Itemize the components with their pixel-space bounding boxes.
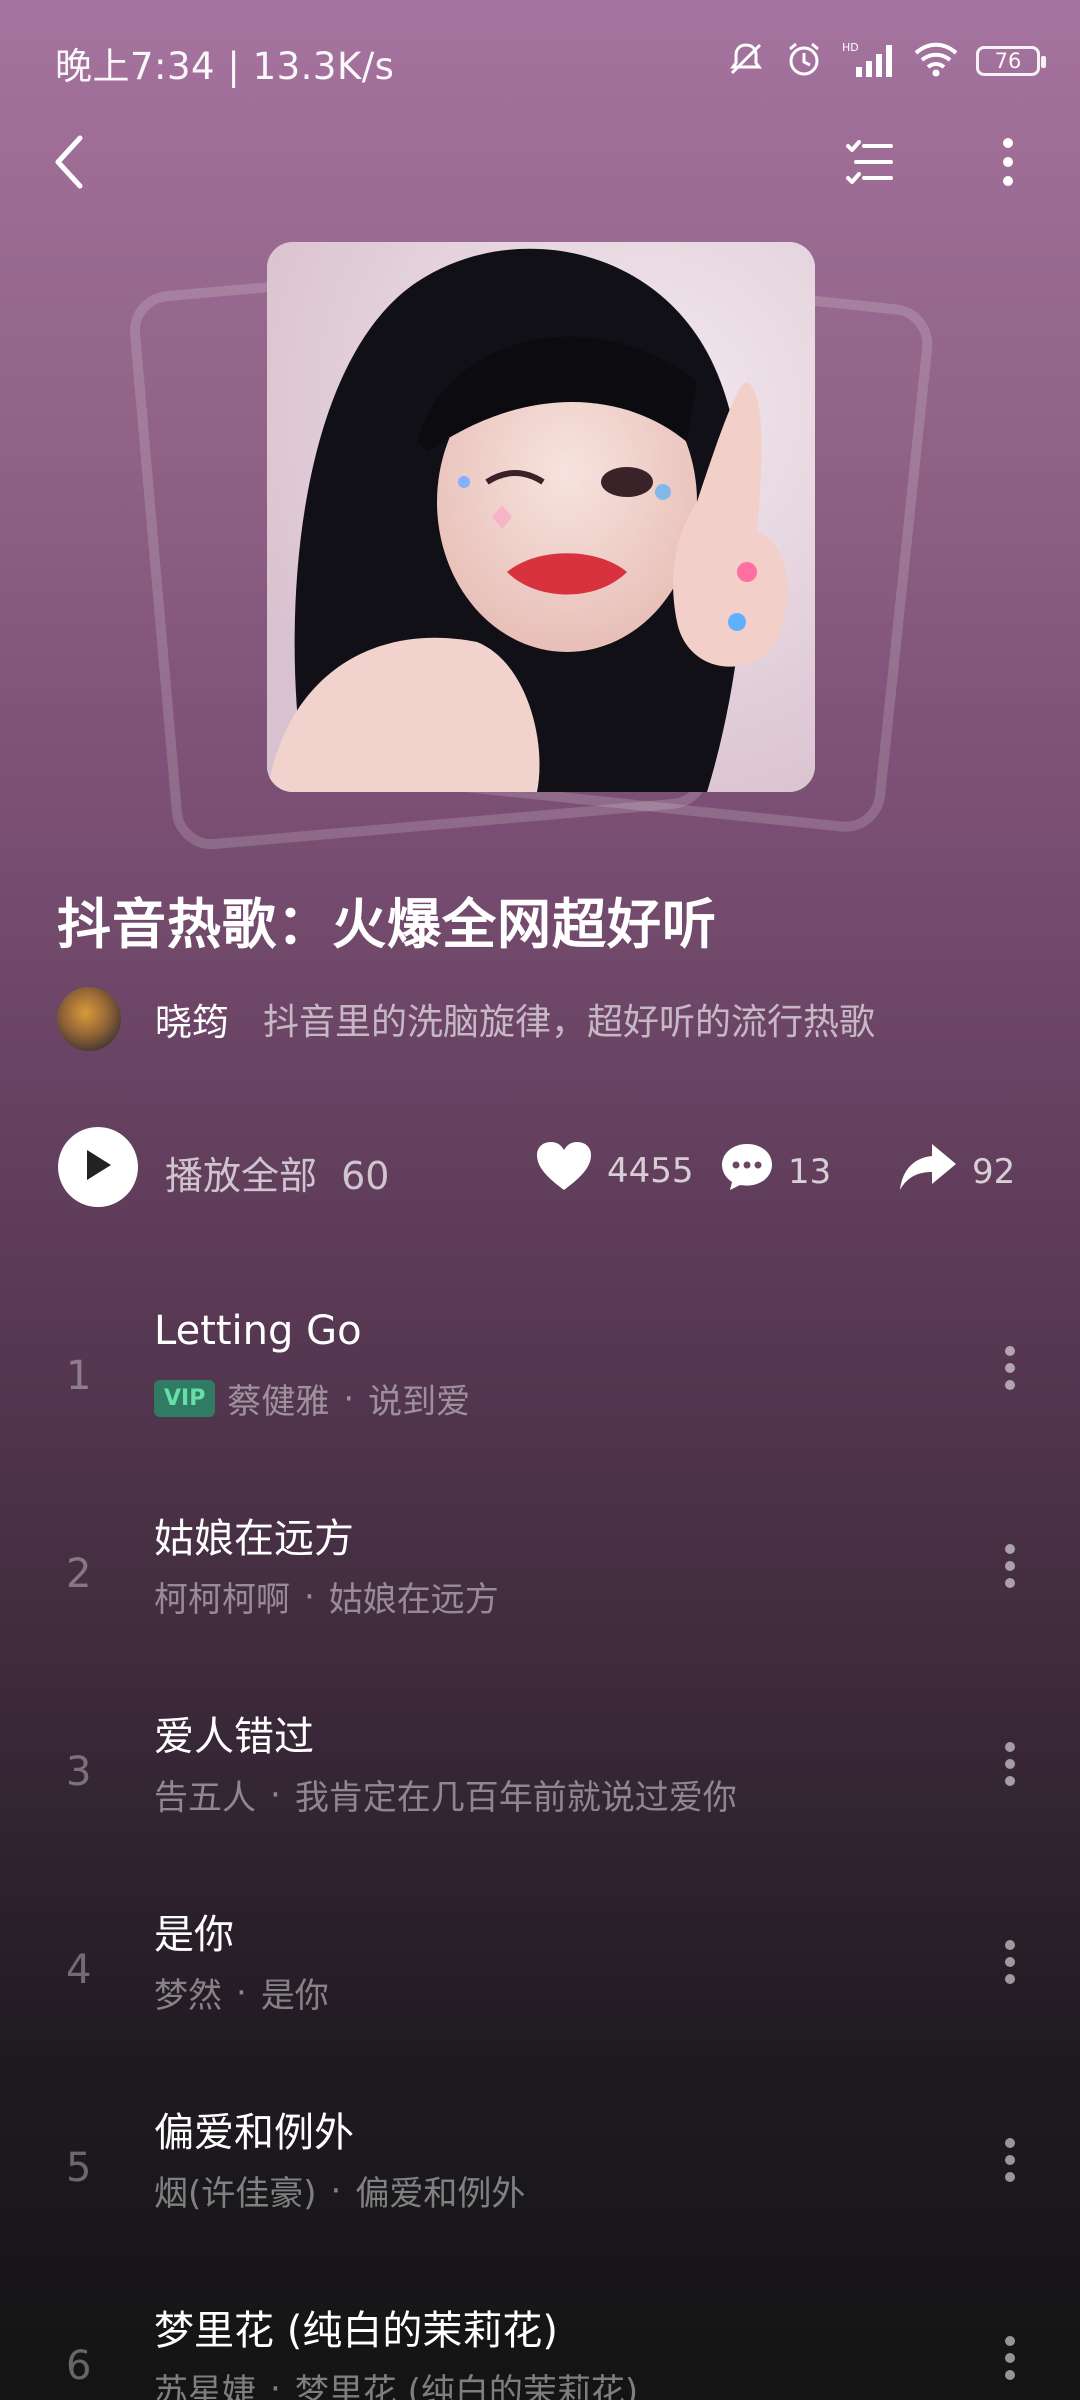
play-all-button[interactable] <box>58 1127 138 1207</box>
status-time: 晚上7:34 | 13.3K/s <box>55 45 395 88</box>
separator-dot: · <box>330 2170 342 2211</box>
song-row-5[interactable]: 5 偏爱和例外 烟(许佳豪) · 偏爱和例外 <box>0 2100 1080 2298</box>
back-button[interactable] <box>30 124 110 204</box>
song-subtitle: VIP 蔡健雅 · 说到爱 <box>154 1374 470 1423</box>
song-row-6[interactable]: 6 梦里花 (纯白的茉莉花) 苏星婕 · 梦里花 (纯白的茉莉花) <box>0 2298 1080 2400</box>
song-artist: 告五人 <box>154 1778 256 1818</box>
song-album: 是你 <box>260 1976 329 2016</box>
song-title: 姑娘在远方 <box>154 1516 354 1562</box>
heart-icon <box>535 1140 593 1201</box>
share-arrow-icon <box>898 1142 958 1201</box>
more-vertical-icon <box>1004 2335 1016 2385</box>
song-album: 说到爱 <box>368 1382 471 1422</box>
song-more-button[interactable] <box>990 1929 1030 1999</box>
alarm-icon <box>784 39 824 83</box>
share-button[interactable]: 92 <box>898 1142 1015 1201</box>
song-row-2[interactable]: 2 姑娘在远方 柯柯柯啊 · 姑娘在远方 <box>0 1506 1080 1704</box>
song-album: 梦里花 (纯白的茉莉花) <box>294 2372 639 2400</box>
more-vertical-icon <box>1004 2137 1016 2187</box>
more-vertical-icon <box>1001 137 1015 191</box>
playlist-description[interactable]: 抖音里的洗脑旋律，超好听的流行热歌 <box>263 993 875 1045</box>
song-row-1[interactable]: 1 Letting Go VIP 蔡健雅 · 说到爱 <box>0 1308 1080 1506</box>
more-vertical-icon <box>1004 1741 1016 1791</box>
song-count: 60 <box>341 1154 390 1198</box>
author-name[interactable]: 晓筠 <box>155 992 229 1046</box>
svg-text:HD: HD <box>842 41 859 54</box>
play-icon <box>83 1148 113 1186</box>
separator-dot: · <box>236 1972 247 2013</box>
comment-button[interactable]: 13 <box>720 1142 831 1201</box>
song-album: 姑娘在远方 <box>328 1580 499 1620</box>
song-index: 1 <box>66 1353 92 1399</box>
like-button[interactable]: 4455 <box>535 1140 694 1201</box>
song-subtitle: 苏星婕 · 梦里花 (纯白的茉莉花) <box>154 2364 638 2400</box>
song-title: Letting Go <box>154 1308 362 1354</box>
comment-count: 13 <box>788 1151 832 1192</box>
back-arrow-icon <box>50 134 90 194</box>
song-index: 2 <box>66 1551 92 1597</box>
song-index: 5 <box>66 2145 92 2191</box>
more-vertical-icon <box>1004 1345 1016 1395</box>
song-index: 3 <box>66 1749 92 1795</box>
song-artist: 苏星婕 <box>154 2372 256 2400</box>
more-vertical-icon <box>1004 1939 1016 1989</box>
song-index: 6 <box>66 2343 92 2389</box>
like-count: 4455 <box>607 1150 694 1191</box>
song-more-button[interactable] <box>990 1533 1030 1603</box>
checklist-icon <box>844 137 894 191</box>
song-artist: 蔡健雅 <box>227 1382 330 1422</box>
song-title: 偏爱和例外 <box>154 2110 354 2156</box>
song-more-button[interactable] <box>990 2127 1030 2197</box>
song-row-4[interactable]: 4 是你 梦然 · 是你 <box>0 1902 1080 2100</box>
song-more-button[interactable] <box>990 1335 1030 1405</box>
song-artist: 柯柯柯啊 <box>154 1580 290 1620</box>
song-album: 我肯定在几百年前就说过爱你 <box>294 1778 737 1818</box>
song-title: 爱人错过 <box>154 1714 314 1760</box>
song-title: 是你 <box>154 1912 234 1958</box>
more-vertical-icon <box>1004 1543 1016 1593</box>
battery-icon: 76 <box>976 46 1046 76</box>
song-row-3[interactable]: 3 爱人错过 告五人 · 我肯定在几百年前就说过爱你 <box>0 1704 1080 1902</box>
separator-dot: · <box>304 1576 315 1617</box>
song-artist: 烟(许佳豪) <box>154 2174 317 2214</box>
author-avatar[interactable] <box>57 987 121 1051</box>
song-title: 梦里花 (纯白的茉莉花) <box>154 2308 558 2354</box>
song-subtitle: 梦然 · 是你 <box>154 1968 329 2017</box>
song-subtitle: 烟(许佳豪) · 偏爱和例外 <box>154 2166 525 2215</box>
playlist-cover-area <box>126 220 937 853</box>
song-subtitle: 告五人 · 我肯定在几百年前就说过爱你 <box>154 1770 737 1819</box>
play-all-text: 播放全部 <box>165 1154 318 1198</box>
separator-dot: · <box>270 1774 281 1815</box>
vip-badge: VIP <box>154 1380 216 1417</box>
author-row[interactable]: 晓筠 抖音里的洗脑旋律，超好听的流行热歌 <box>57 987 875 1051</box>
song-more-button[interactable] <box>990 1731 1030 1801</box>
battery-level: 76 <box>994 49 1022 73</box>
separator-dot: · <box>343 1378 355 1419</box>
playlist-title: 抖音热歌：火爆全网超好听 <box>57 893 717 956</box>
share-count: 92 <box>972 1151 1016 1192</box>
playlist-manage-button[interactable] <box>829 124 909 204</box>
playlist-cover-image[interactable] <box>267 242 815 792</box>
status-icons: HD 76 <box>726 36 1046 86</box>
mute-bell-icon <box>726 39 766 83</box>
play-all-label[interactable]: 播放全部 60 <box>165 1145 389 1200</box>
song-album: 偏爱和例外 <box>355 2174 526 2214</box>
wifi-icon <box>914 39 958 83</box>
song-index: 4 <box>66 1947 92 1993</box>
more-button[interactable] <box>968 124 1048 204</box>
comment-bubble-icon <box>720 1142 774 1201</box>
song-subtitle: 柯柯柯啊 · 姑娘在远方 <box>154 1572 499 1621</box>
song-artist: 梦然 <box>154 1976 222 2016</box>
separator-dot: · <box>270 2368 281 2400</box>
song-more-button[interactable] <box>990 2325 1030 2395</box>
hd-signal-icon: HD <box>842 39 896 83</box>
